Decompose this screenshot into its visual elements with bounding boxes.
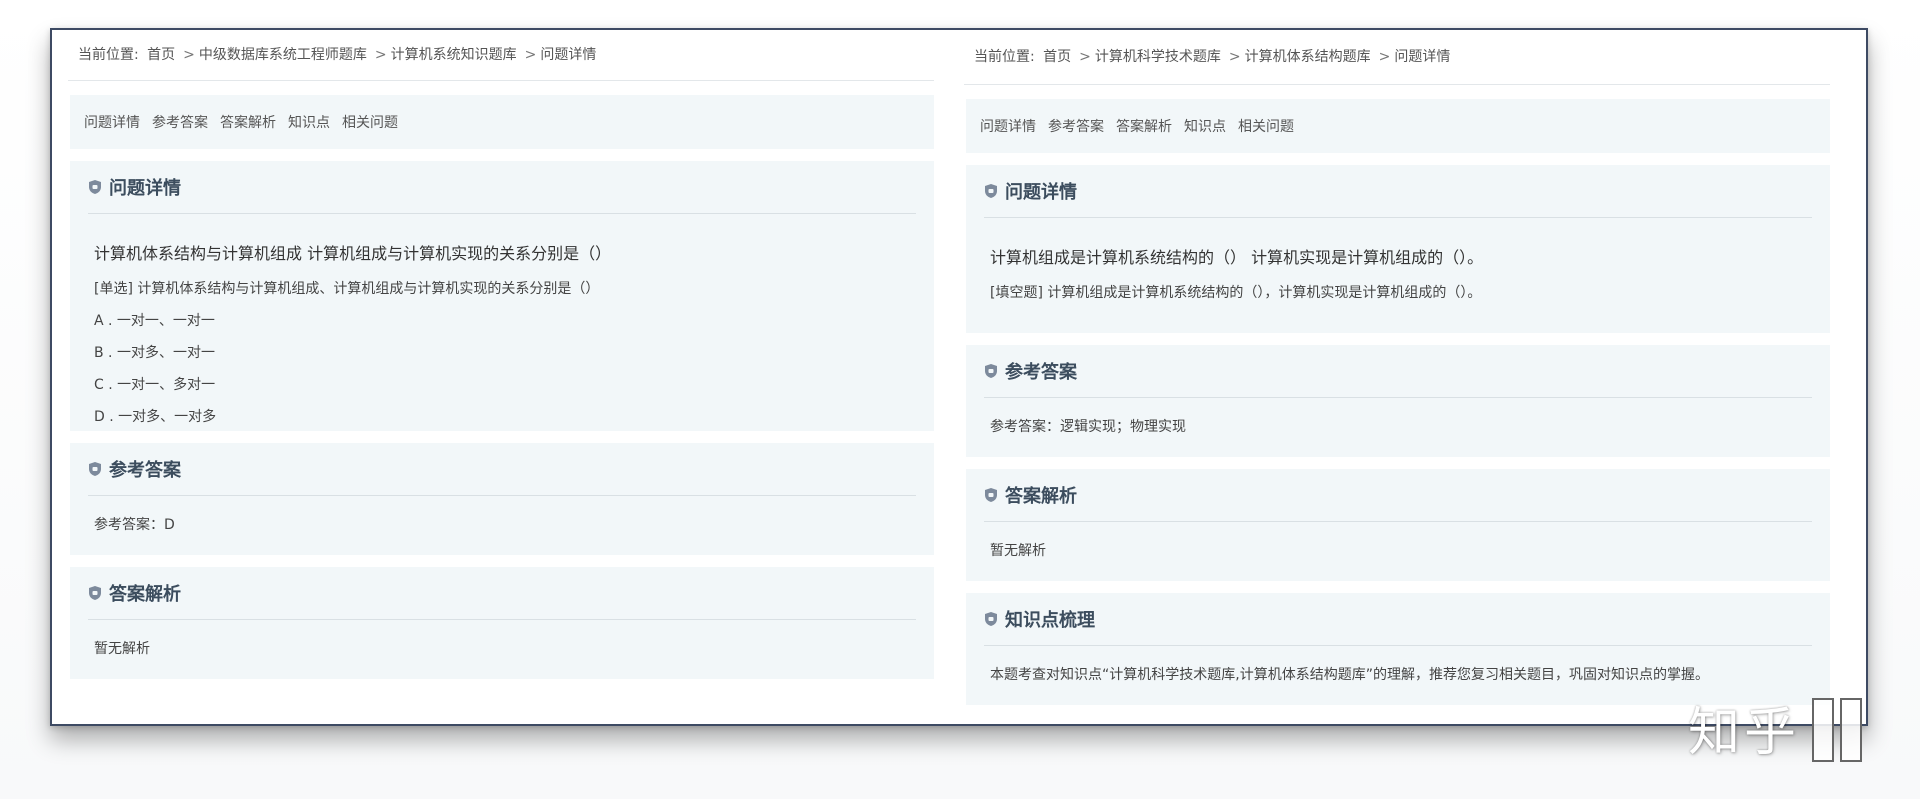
breadcrumb-prefix: 当前位置: (974, 49, 1035, 65)
tab-related-questions[interactable]: 相关问题 (1238, 116, 1294, 136)
shield-badge-icon (984, 183, 998, 199)
breadcrumb-prefix: 当前位置: (78, 47, 139, 63)
question-title: 计算机体系结构与计算机组成 计算机组成与计算机实现的关系分别是（） (94, 244, 612, 263)
shield-badge-icon (984, 487, 998, 503)
zhihu-watermark: 知乎 (1688, 703, 1801, 763)
reference-answer-text: 参考答案：逻辑实现；物理实现 (990, 419, 1186, 435)
tab-answer-analysis[interactable]: 答案解析 (1116, 116, 1172, 136)
section-header: 答案解析 (88, 567, 916, 620)
section-header: 参考答案 (984, 345, 1812, 398)
answer-section: 参考答案 参考答案：逻辑实现；物理实现 (966, 345, 1830, 457)
breadcrumb-separator: > (524, 47, 537, 63)
section-title: 答案解析 (109, 584, 181, 605)
analysis-section: 答案解析 暂无解析 (70, 567, 934, 679)
reference-answer-text: 参考答案：D (94, 517, 175, 533)
vertical-stamp-mark (1812, 698, 1834, 762)
tab-related-questions[interactable]: 相关问题 (342, 112, 398, 132)
tab-reference-answer[interactable]: 参考答案 (152, 112, 208, 132)
section-header: 问题详情 (984, 165, 1812, 218)
section-header: 参考答案 (88, 443, 916, 496)
shield-badge-icon (88, 179, 102, 195)
tab-bar: 问题详情 参考答案 答案解析 知识点 相关问题 (70, 95, 934, 149)
question-text: [填空题] 计算机组成是计算机系统结构的（），计算机实现是计算机组成的（）。 (990, 285, 1482, 301)
breadcrumb-separator: > (183, 47, 195, 63)
question-section: 问题详情 计算机体系结构与计算机组成 计算机组成与计算机实现的关系分别是（） [… (70, 161, 934, 431)
option-d: D . 一对多、一对多 (94, 409, 217, 425)
left-page: 当前位置: 首页 > 中级数据库系统工程师题库 > 计算机系统知识题库 > 问题详情 问题详… (68, 30, 934, 679)
knowledge-section: 知识点梳理 本题考查对知识点“计算机科学技术题库,计算机体系结构题库”的理解，推… (966, 593, 1830, 705)
breadcrumb-separator: > (374, 47, 387, 63)
breadcrumb-separator: > (1378, 49, 1391, 65)
analysis-text: 暂无解析 (990, 543, 1046, 559)
tab-question-detail[interactable]: 问题详情 (980, 116, 1036, 136)
section-title: 问题详情 (109, 178, 181, 199)
right-page: 当前位置: 首页 > 计算机科学技术题库 > 计算机体系结构题库 > 问题详情 问题详情 参… (964, 30, 1830, 705)
breadcrumb: 当前位置: 首页 > 计算机科学技术题库 > 计算机体系结构题库 > 问题详情 (964, 30, 1830, 85)
section-header: 问题详情 (88, 161, 916, 214)
section-title: 参考答案 (109, 460, 181, 481)
breadcrumb-separator: > (1228, 49, 1241, 65)
tab-bar: 问题详情 参考答案 答案解析 知识点 相关问题 (966, 99, 1830, 153)
tab-question-detail[interactable]: 问题详情 (84, 112, 140, 132)
breadcrumb-link[interactable]: 计算机科学技术题库 (1095, 49, 1221, 65)
screenshot-frame: 当前位置: 首页 > 中级数据库系统工程师题库 > 计算机系统知识题库 > 问题详情 问题详… (50, 28, 1868, 726)
breadcrumb-separator: > (1079, 49, 1091, 65)
breadcrumb-link[interactable]: 计算机系统知识题库 (391, 47, 517, 63)
question-title: 计算机组成是计算机系统结构的（） 计算机实现是计算机组成的（）。 (990, 248, 1484, 267)
breadcrumb-link[interactable]: 计算机体系结构题库 (1245, 49, 1371, 65)
vertical-stamp-mark (1840, 698, 1862, 762)
section-header: 知识点梳理 (984, 593, 1812, 646)
section-title: 知识点梳理 (1005, 610, 1095, 631)
shield-badge-icon (88, 585, 102, 601)
question-text: [单选] 计算机体系结构与计算机组成、计算机组成与计算机实现的关系分别是（） (94, 281, 600, 297)
breadcrumb-home-link[interactable]: 首页 (147, 47, 175, 63)
breadcrumb-current: 问题详情 (540, 47, 597, 63)
tab-knowledge-point[interactable]: 知识点 (288, 112, 330, 132)
option-c: C . 一对一、多对一 (94, 377, 216, 393)
section-header: 答案解析 (984, 469, 1812, 522)
analysis-text: 暂无解析 (94, 641, 150, 657)
shield-badge-icon (984, 611, 998, 627)
question-section: 问题详情 计算机组成是计算机系统结构的（） 计算机实现是计算机组成的（）。 [填… (966, 165, 1830, 333)
analysis-section: 答案解析 暂无解析 (966, 469, 1830, 581)
answer-section: 参考答案 参考答案：D (70, 443, 934, 555)
option-b: B . 一对多、一对一 (94, 345, 215, 361)
tab-knowledge-point[interactable]: 知识点 (1184, 116, 1226, 136)
breadcrumb-link[interactable]: 中级数据库系统工程师题库 (199, 47, 367, 63)
section-title: 问题详情 (1005, 182, 1077, 203)
breadcrumb: 当前位置: 首页 > 中级数据库系统工程师题库 > 计算机系统知识题库 > 问题详情 (68, 30, 934, 81)
section-title: 答案解析 (1005, 486, 1077, 507)
breadcrumb-current: 问题详情 (1394, 49, 1451, 65)
section-title: 参考答案 (1005, 362, 1077, 383)
knowledge-text: 本题考查对知识点“计算机科学技术题库,计算机体系结构题库”的理解，推荐您复习相关… (990, 667, 1709, 683)
tab-reference-answer[interactable]: 参考答案 (1048, 116, 1104, 136)
option-a: A . 一对一、一对一 (94, 313, 215, 329)
breadcrumb-home-link[interactable]: 首页 (1043, 49, 1071, 65)
tab-answer-analysis[interactable]: 答案解析 (220, 112, 276, 132)
shield-badge-icon (984, 363, 998, 379)
shield-badge-icon (88, 461, 102, 477)
